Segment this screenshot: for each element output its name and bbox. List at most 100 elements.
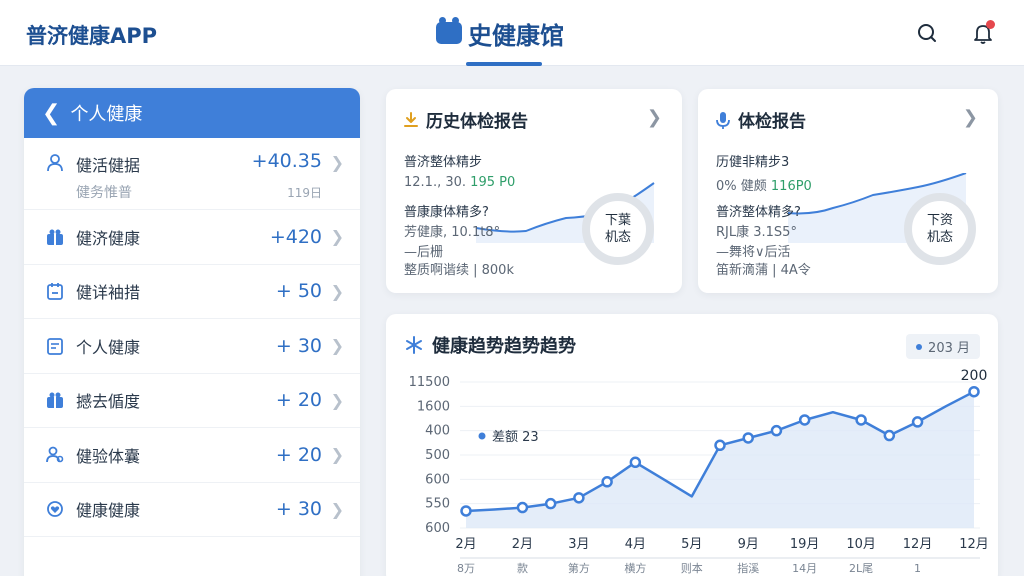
sidebar-item-value: +420 [269,225,322,248]
document-icon [44,335,66,357]
sidebar-item-label: 健济健康 [76,228,141,248]
sidebar-item-value: + 50 [275,280,322,303]
peak-data-label: 200 [961,368,988,384]
microphone-icon [716,111,730,129]
data-point [460,505,472,517]
people-icon [44,444,66,466]
chevron-right-icon[interactable]: ❯ [963,107,978,128]
card-line: 笛新滴蒲 | 4A令 [716,263,811,278]
y-tick-label: 550 [425,497,450,512]
gift-icon [44,226,66,248]
data-point [601,476,613,488]
x-tick-label: 19月 [790,537,820,552]
data-point [911,416,924,428]
notification-dot [986,20,995,29]
data-point [968,385,980,398]
y-tick-label: 600 [425,472,450,487]
card-line: 普济整体精多? [716,205,801,220]
data-point [798,414,811,426]
data-point [516,501,529,514]
calendar-icon [44,280,66,302]
x-tick-label: 10月 [846,537,876,552]
sidebar-item-label: 个人健康 [76,337,141,357]
sidebar-item-label: 健验体囊 [76,446,141,466]
panel-title: 个人健康 [70,104,143,125]
back-chevron-icon[interactable]: ❮ [42,101,60,126]
panel-header[interactable]: ❮ 个人健康 [24,88,360,138]
sidebar-item[interactable]: 健济健康 +420 ❯ [24,210,360,265]
notification-button[interactable] [970,20,996,46]
status-ring: 下资 机态 [904,193,976,265]
card-title-text: 体检报告 [738,112,806,132]
card-line: 12.1., 30. 195 P0 [404,175,516,190]
sidebar-item-value: + 20 [275,443,322,466]
sidebar-item-value: + 30 [275,498,322,521]
health-trend-card: 健康趋势趋势趋势 203 月 11500 1600 400 500 600 550 600 2… [386,314,998,576]
heart-icon [44,498,66,520]
data-point [544,497,557,510]
y-tick-label: 600 [425,521,450,536]
ring-bottom-text: 机态 [604,230,631,245]
personal-health-panel: ❮ 个人健康 健活健据 健务惟普 +40.35 119日 ❯ 健济健康 +420… [24,88,360,576]
sidebar-item[interactable]: 撼去偱度 + 20 ❯ [24,374,360,428]
sidebar-item-label: 健详袖措 [76,283,141,303]
history-report-card[interactable]: 历史体检报告 ❯ 普济整体精步 12.1., 30. 195 P0 普康康体精多… [386,89,682,293]
ring-top-text: 下葉 [604,213,631,228]
x-tick-label: 2月 [455,537,476,552]
x-tick-label: 3月 [568,537,589,552]
data-point [855,414,867,426]
sidebar-item-label: 健康健康 [76,501,141,521]
chevron-right-icon[interactable]: ❯ [647,107,662,128]
card-line: 整质啊谐续 | 800k [404,263,514,278]
series-area [466,391,974,528]
sidebar-item[interactable]: 健康健康 + 30 ❯ [24,483,360,537]
data-point [883,429,896,442]
sidebar-item-label: 撼去偱度 [76,392,141,412]
card-line: 历健非精步3 [716,155,790,170]
y-tick-label: 11500 [409,375,450,390]
card-line: 芳健康, 10.1t8° [404,225,501,240]
card-title: 历史体检报告 [402,107,528,132]
x-sub-label: 横方 [624,561,646,575]
x-sub-label: 指溪 [737,561,759,575]
data-point [770,424,783,437]
x-tick-label: 9月 [738,537,759,552]
chevron-right-icon: ❯ [330,153,344,172]
sidebar-item-value: +40.35 [251,150,322,172]
sidebar-item[interactable]: 健验体囊 + 20 ❯ [24,428,360,483]
chevron-right-icon: ❯ [330,281,344,301]
search-icon [918,24,936,42]
x-sub-label: 8万 [457,562,475,575]
sidebar-item[interactable]: 个人健康 + 30 ❯ [24,319,360,374]
ring-bottom-text: 机态 [926,230,953,245]
x-tick-label: 5月 [681,537,702,552]
y-tick-label: 1600 [417,399,450,414]
card-line: —后栅 [404,245,444,260]
ring-top-text: 下资 [926,213,953,228]
x-sub-label: 第方 [568,561,590,575]
center-title-tab[interactable]: 史健康馆 [436,16,564,50]
x-tick-label: 12月 [959,537,989,552]
sidebar-item-label: 健活健据 [76,156,141,175]
search-button[interactable] [914,20,940,46]
status-ring: 下葉 机态 [582,193,654,265]
center-title-text: 史健康馆 [468,21,564,50]
x-sub-label: 则本 [681,561,703,575]
sidebar-item[interactable]: 健活健据 健务惟普 +40.35 119日 ❯ [24,138,360,210]
legend-marker [478,432,486,440]
card-line: 0% 健颇 116P0 [716,179,812,194]
x-tick-label: 2月 [512,537,533,552]
chevron-right-icon: ❯ [330,445,344,465]
card-line: 普康康体精多? [404,205,489,220]
exam-report-card[interactable]: 体检报告 ❯ 历健非精步3 0% 健颇 116P0 普济整体精多? RJL康 3… [698,89,998,293]
sidebar-item-date: 119日 [287,186,322,200]
card-line: —舞将∨后活 [716,245,791,260]
download-icon [404,111,418,127]
brand-title: 普济健康APP [26,24,158,48]
data-point [573,492,585,504]
chevron-right-icon: ❯ [330,390,344,410]
x-tick-label: 4月 [625,537,646,552]
chevron-right-icon: ❯ [330,227,344,247]
gift-icon [44,389,66,411]
sidebar-item[interactable]: 健详袖措 + 50 ❯ [24,265,360,319]
